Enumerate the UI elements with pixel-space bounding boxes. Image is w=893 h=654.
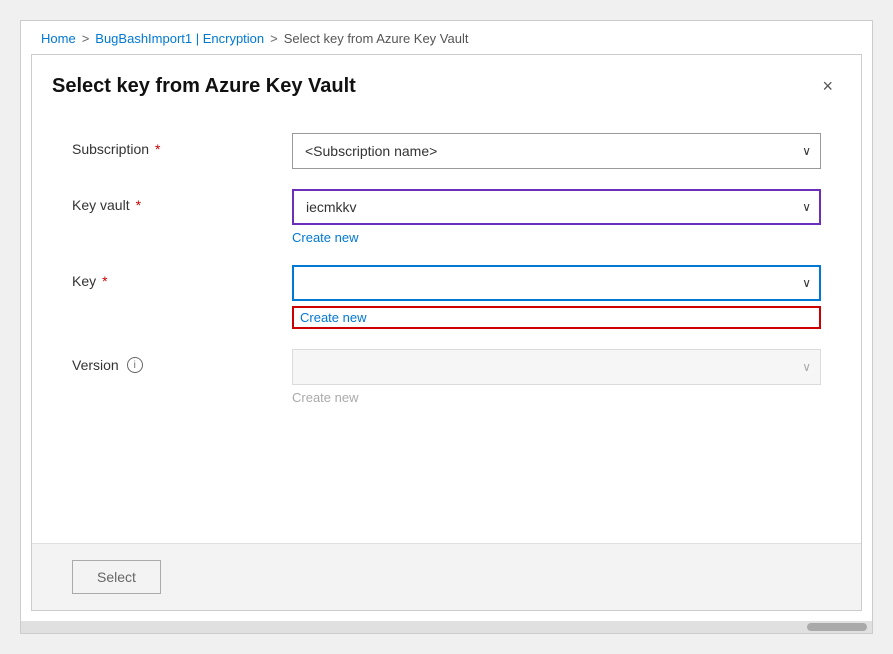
dialog-header: Select key from Azure Key Vault × bbox=[32, 55, 861, 113]
key-vault-create-new-link[interactable]: Create new bbox=[292, 230, 821, 245]
key-vault-required: * bbox=[136, 197, 141, 213]
key-vault-label: Key vault * bbox=[72, 189, 292, 213]
breadcrumb-sep2: > bbox=[270, 31, 278, 46]
scrollbar-thumb[interactable] bbox=[807, 623, 867, 631]
breadcrumb: Home > BugBashImport1 | Encryption > Sel… bbox=[21, 21, 872, 54]
close-button[interactable]: × bbox=[814, 73, 841, 99]
version-info-icon[interactable]: i bbox=[127, 357, 143, 373]
key-row: Key * ∨ Create new bbox=[72, 265, 821, 329]
breadcrumb-section[interactable]: BugBashImport1 | Encryption bbox=[95, 31, 264, 46]
version-control-group: ∨ Create new bbox=[292, 349, 821, 405]
dialog-title: Select key from Azure Key Vault bbox=[52, 75, 356, 98]
breadcrumb-home[interactable]: Home bbox=[41, 31, 76, 46]
breadcrumb-sep1: > bbox=[82, 31, 90, 46]
key-vault-row: Key vault * iecmkkv ∨ Create new bbox=[72, 189, 821, 245]
subscription-dropdown[interactable]: <Subscription name> bbox=[292, 133, 821, 169]
version-dropdown[interactable] bbox=[292, 349, 821, 385]
key-required: * bbox=[102, 273, 107, 289]
subscription-label: Subscription * bbox=[72, 133, 292, 157]
subscription-control-group: <Subscription name> ∨ bbox=[292, 133, 821, 169]
horizontal-scrollbar[interactable] bbox=[21, 621, 872, 633]
version-row: Version i ∨ Create new bbox=[72, 349, 821, 405]
version-dropdown-wrapper: ∨ bbox=[292, 349, 821, 385]
key-dropdown-wrapper: ∨ bbox=[292, 265, 821, 301]
breadcrumb-current: Select key from Azure Key Vault bbox=[284, 31, 469, 46]
subscription-dropdown-wrapper: <Subscription name> ∨ bbox=[292, 133, 821, 169]
dialog-body: Subscription * <Subscription name> ∨ Key… bbox=[32, 113, 861, 543]
key-vault-control-group: iecmkkv ∨ Create new bbox=[292, 189, 821, 245]
key-create-new-link[interactable]: Create new bbox=[292, 306, 821, 329]
key-vault-dropdown-wrapper: iecmkkv ∨ bbox=[292, 189, 821, 225]
key-vault-dropdown[interactable]: iecmkkv bbox=[292, 189, 821, 225]
key-control-group: ∨ Create new bbox=[292, 265, 821, 329]
key-label: Key * bbox=[72, 265, 292, 289]
dialog-footer: Select bbox=[32, 543, 861, 610]
version-create-new-text: Create new bbox=[292, 390, 821, 405]
subscription-required: * bbox=[155, 141, 160, 157]
subscription-row: Subscription * <Subscription name> ∨ bbox=[72, 133, 821, 169]
version-label: Version i bbox=[72, 349, 292, 373]
select-button[interactable]: Select bbox=[72, 560, 161, 594]
key-dropdown[interactable] bbox=[292, 265, 821, 301]
dialog: Select key from Azure Key Vault × Subscr… bbox=[31, 54, 862, 611]
outer-container: Home > BugBashImport1 | Encryption > Sel… bbox=[20, 20, 873, 634]
